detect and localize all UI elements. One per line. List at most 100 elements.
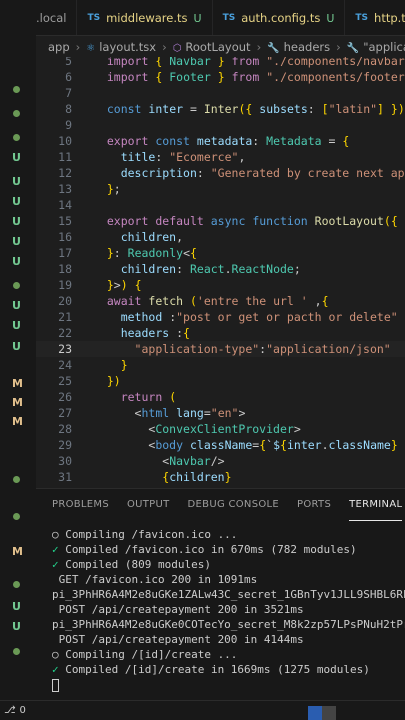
chevron-right-icon: ›: [336, 40, 341, 54]
git-dot-icon: [13, 110, 20, 117]
terminal-text: ○ Compiling /favicon.ico ...: [52, 528, 238, 541]
code-text: await fetch ('entre the url ' ,{: [106, 294, 329, 308]
code-line[interactable]: 12 description: "Generated by create nex…: [36, 165, 405, 181]
git-status-badge: U: [12, 299, 21, 312]
code-line[interactable]: 15 export default async function RootLay…: [36, 213, 405, 229]
line-number: 7: [65, 86, 72, 100]
git-status-badge: M: [12, 396, 23, 409]
code-line[interactable]: 22 headers :{: [36, 325, 405, 341]
line-number: 11: [58, 150, 72, 164]
code-editor[interactable]: 5 import { Navbar } from "./components/n…: [36, 57, 405, 488]
line-number: 26: [58, 390, 72, 404]
terminal-line: pi_3PhHR6A4M2e8uGKe0COTecYo_secret_M8k2z…: [52, 617, 405, 632]
git-dot-icon: [13, 476, 20, 483]
tab-label: middleware.ts: [106, 11, 188, 25]
panel-tab-ports[interactable]: PORTS: [297, 489, 331, 521]
code-line[interactable]: 28 <ConvexClientProvider>: [36, 421, 405, 437]
line-number: 28: [58, 422, 72, 436]
breadcrumb-label: headers: [283, 40, 331, 54]
tab-label: auth.config.ts: [241, 11, 321, 25]
code-text: import { Footer } from "./components/foo…: [106, 70, 405, 84]
breadcrumb-label: app: [48, 40, 70, 54]
line-number: 21: [58, 310, 72, 324]
code-text: };: [106, 182, 121, 196]
code-text: {children}: [162, 470, 232, 484]
terminal-text: Compiled (809 modules): [58, 558, 211, 571]
code-line[interactable]: 8 const inter = Inter({ subsets: ["latin…: [36, 101, 405, 117]
git-dot-icon: [13, 282, 20, 289]
code-line[interactable]: 24 }: [36, 357, 405, 373]
breadcrumb-item[interactable]: ⚛ layout.tsx: [86, 40, 156, 54]
breadcrumb-item[interactable]: 🔧 headers: [267, 40, 330, 54]
code-line[interactable]: 30 <Navbar/>: [36, 453, 405, 469]
check-icon: ✓: [52, 558, 59, 571]
typescript-file-icon: TS: [355, 13, 369, 23]
code-line[interactable]: 25 }): [36, 373, 405, 389]
code-line[interactable]: 16 children,: [36, 229, 405, 245]
code-line[interactable]: 11 title: "Ecomerce",: [36, 149, 405, 165]
git-dot-icon: [13, 134, 20, 141]
code-text: <ConvexClientProvider>: [148, 422, 301, 436]
breadcrumb-item[interactable]: app: [48, 40, 70, 54]
terminal-cursor[interactable]: [52, 678, 59, 692]
breadcrumb-label: layout.tsx: [99, 40, 157, 54]
code-line[interactable]: 29 <body className={`${inter.className} …: [36, 437, 405, 453]
taskbar-app-icon[interactable]: [308, 706, 322, 720]
tab-modified-badge: U: [193, 11, 202, 25]
panel-tabs: PROBLEMS OUTPUT DEBUG CONSOLE PORTS TERMINAL: [36, 489, 405, 521]
code-line[interactable]: 6 import { Footer } from "./components/f…: [36, 69, 405, 85]
editor-tab[interactable]: TS auth.config.ts U: [213, 0, 346, 35]
line-number: 15: [58, 214, 72, 228]
panel-tab-problems[interactable]: PROBLEMS: [52, 489, 109, 521]
line-number: 13: [58, 182, 72, 196]
code-line[interactable]: 27 <html lang="en">: [36, 405, 405, 421]
git-status-badge: U: [12, 195, 21, 208]
terminal-line: ○ Compiling /[id]/create ...: [52, 647, 405, 662]
panel-tab-debug-console[interactable]: DEBUG CONSOLE: [188, 489, 279, 521]
status-bar: ⎇ 0: [0, 700, 405, 720]
line-number: 16: [58, 230, 72, 244]
code-line[interactable]: 10 export const metadata: Metadata = {: [36, 133, 405, 149]
chevron-right-icon: ›: [75, 40, 81, 54]
chevron-right-icon: ›: [256, 40, 262, 54]
code-line[interactable]: 26 return (: [36, 389, 405, 405]
terminal-text: Compiled /[id]/create in 1669ms (1275 mo…: [58, 663, 370, 676]
line-number: 6: [65, 70, 72, 84]
code-text: <html lang="en">: [134, 406, 246, 420]
terminal-line: ✓ Compiled /favicon.ico in 670ms (782 mo…: [52, 542, 405, 557]
ports-icon[interactable]: ⎇: [4, 705, 16, 716]
code-line[interactable]: 7: [36, 85, 405, 101]
breadcrumb-item[interactable]: ⬡ RootLayout: [173, 40, 251, 54]
panel-tab-output[interactable]: OUTPUT: [127, 489, 170, 521]
code-text: title: "Ecomerce",: [120, 150, 246, 164]
code-line[interactable]: 5 import { Navbar } from "./components/n…: [36, 57, 405, 69]
breadcrumb-item[interactable]: 🔧"application-typ: [347, 40, 405, 54]
editor-tab[interactable]: .local: [36, 0, 78, 35]
line-number: 18: [58, 262, 72, 276]
terminal-text: GET /favicon.ico 200 in 1091ms: [52, 573, 258, 586]
terminal-prompt[interactable]: [52, 677, 405, 692]
code-line[interactable]: 13 };: [36, 181, 405, 197]
tsx-file-icon: ⚛: [86, 43, 96, 54]
line-number: 17: [58, 246, 72, 260]
editor-tab[interactable]: TS middleware.ts U: [77, 0, 213, 35]
terminal-output[interactable]: ○ Compiling /favicon.ico ... ✓ Compiled /…: [52, 527, 405, 692]
panel-tab-terminal[interactable]: TERMINAL: [349, 489, 403, 521]
terminal-text: ○ Compiling /[id]/create ...: [52, 648, 238, 661]
code-line[interactable]: 31 {children}: [36, 469, 405, 485]
line-number: 20: [58, 294, 72, 308]
taskbar-app-icon[interactable]: [322, 706, 336, 720]
editor-tab[interactable]: TS http.ts: [345, 0, 405, 35]
code-line[interactable]: 23 "application-type":"application/json": [36, 341, 405, 357]
typescript-file-icon: TS: [222, 13, 236, 23]
code-line[interactable]: 18 children: React.ReactNode;: [36, 261, 405, 277]
code-line[interactable]: 21 method :"post or get or pacth or dele…: [36, 309, 405, 325]
code-line[interactable]: 20 await fetch ('entre the url ' ,{: [36, 293, 405, 309]
terminal-line: ✓ Compiled (809 modules): [52, 557, 405, 572]
code-line[interactable]: 19 }>) {: [36, 277, 405, 293]
code-line[interactable]: 14: [36, 197, 405, 213]
code-line[interactable]: 17 }: Readonly<{: [36, 245, 405, 261]
code-line[interactable]: 9: [36, 117, 405, 133]
ports-count[interactable]: 0: [20, 705, 26, 716]
git-status-badge: U: [12, 319, 21, 332]
